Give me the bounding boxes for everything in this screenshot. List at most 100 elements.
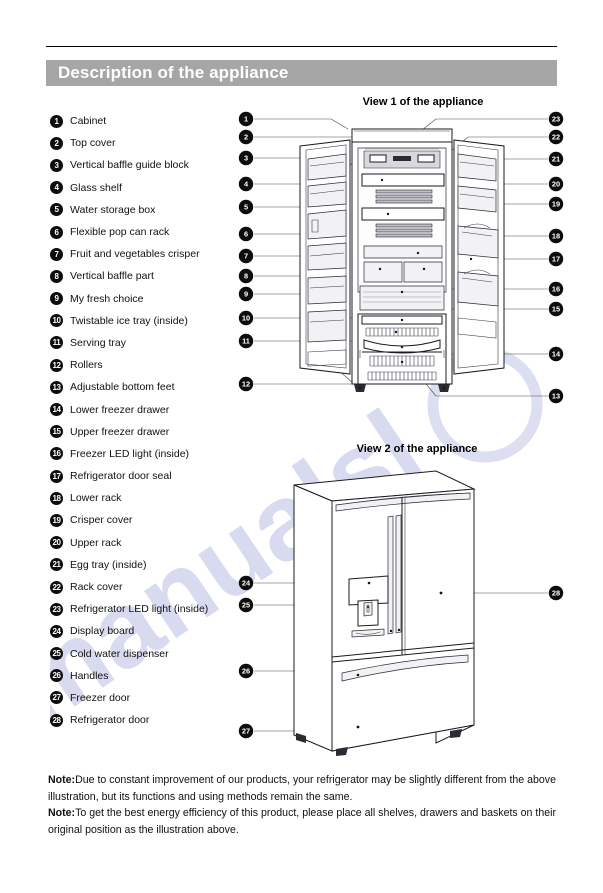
list-item: 17 Refrigerator door seal xyxy=(50,465,250,487)
part-badge: 13 xyxy=(50,380,63,394)
part-badge: 7 xyxy=(50,247,63,261)
list-item: 25 Cold water dispenser xyxy=(50,643,250,665)
part-badge: 28 xyxy=(50,713,63,727)
part-badge: 5 xyxy=(50,203,63,217)
part-badge: 20 xyxy=(50,536,63,550)
list-item: 19 Crisper cover xyxy=(50,509,250,531)
part-label: Lower freezer drawer xyxy=(70,403,170,416)
part-badge: 8 xyxy=(50,269,63,283)
list-item: 24 Display board xyxy=(50,620,250,642)
part-badge: 11 xyxy=(50,336,63,350)
list-item: 16 Freezer LED light (inside) xyxy=(50,443,250,465)
part-label: Refrigerator LED light (inside) xyxy=(70,603,209,616)
part-label: Rack cover xyxy=(70,581,123,594)
part-badge: 12 xyxy=(50,358,63,372)
part-label: Upper rack xyxy=(70,536,122,549)
part-label: Top cover xyxy=(70,137,116,150)
part-label: Crisper cover xyxy=(70,514,133,527)
list-item: 26 Handles xyxy=(50,665,250,687)
svg-text:16: 16 xyxy=(552,285,560,294)
part-badge: 9 xyxy=(50,292,63,306)
list-item: 27 Freezer door xyxy=(50,687,250,709)
note-2-label: Note: xyxy=(48,807,76,820)
list-item: 9 My fresh choice xyxy=(50,288,250,310)
part-label: Adjustable bottom feet xyxy=(70,381,175,394)
part-badge: 25 xyxy=(50,647,63,661)
callout-16: 16 xyxy=(548,281,564,297)
list-item: 15 Upper freezer drawer xyxy=(50,421,250,443)
list-item: 5 Water storage box xyxy=(50,199,250,221)
callout-21: 21 xyxy=(548,151,564,167)
note-1: Note:Due to constant improvement of our … xyxy=(48,772,556,805)
view1-drawing: 1 2 3 4 5 6 7 8 9 10 11 12 23 22 21 20 1… xyxy=(238,111,564,404)
svg-text:17: 17 xyxy=(552,255,560,264)
list-item: 21 Egg tray (inside) xyxy=(50,554,250,576)
list-item: 28 Refrigerator door xyxy=(50,709,250,731)
list-item: 4 Glass shelf xyxy=(50,177,250,199)
part-badge: 21 xyxy=(50,558,63,572)
view1-diagram: View 1 of the appliance 1 2 3 4 5 6 7 8 … xyxy=(236,96,566,446)
callout-15: 15 xyxy=(548,301,564,317)
part-label: Display board xyxy=(70,625,135,638)
callout-20: 20 xyxy=(548,176,564,192)
part-badge: 1 xyxy=(50,114,63,128)
part-label: Serving tray xyxy=(70,336,127,349)
part-badge: 4 xyxy=(50,181,63,195)
svg-text:18: 18 xyxy=(552,232,560,241)
part-badge: 3 xyxy=(50,158,63,172)
svg-text:21: 21 xyxy=(552,155,560,164)
section-banner: Description of the appliance xyxy=(46,60,557,86)
callout-23: 23 xyxy=(548,111,564,127)
part-label: Lower rack xyxy=(70,492,122,505)
callout-14: 14 xyxy=(548,346,564,362)
list-item: 3 Vertical baffle guide block xyxy=(50,154,250,176)
notes-section: Note: Due to constant improvement of our … xyxy=(48,772,556,838)
part-label: Handles xyxy=(70,669,109,682)
part-label: Egg tray (inside) xyxy=(70,558,147,571)
part-badge: 18 xyxy=(50,491,63,505)
part-badge: 22 xyxy=(50,580,63,594)
svg-text:14: 14 xyxy=(552,350,561,359)
callout-28: 28 xyxy=(548,585,564,601)
parts-list: 1 Cabinet 2 Top cover 3 Vertical baffle gui… xyxy=(50,110,250,731)
view2-diagram: View 2 of the appliance 24 25 26 27 28 xyxy=(236,443,566,773)
part-badge: 19 xyxy=(50,513,63,527)
list-item: 12 Rollers xyxy=(50,354,250,376)
svg-text:28: 28 xyxy=(552,589,560,598)
list-item: 7 Fruit and vegetables crisper xyxy=(50,243,250,265)
part-badge: 2 xyxy=(50,136,63,150)
part-label: Water storage box xyxy=(70,203,156,216)
callout-22: 22 xyxy=(548,129,564,145)
part-label: Vertical baffle part xyxy=(70,270,154,283)
note-2: Note:To get the best energy efficiency o… xyxy=(48,805,556,838)
callout-18: 18 xyxy=(548,228,564,244)
part-badge: 15 xyxy=(50,425,63,439)
list-item: 10 Twistable ice tray (inside) xyxy=(50,310,250,332)
list-item: 13 Adjustable bottom feet xyxy=(50,376,250,398)
list-item: 11 Serving tray xyxy=(50,332,250,354)
part-label: Upper freezer drawer xyxy=(70,425,170,438)
part-label: My fresh choice xyxy=(70,292,144,305)
callout-19: 19 xyxy=(548,196,564,212)
note-2-text: To get the best energy efficiency of thi… xyxy=(48,807,556,836)
part-badge: 10 xyxy=(50,314,63,328)
list-item: 8 Vertical baffle part xyxy=(50,265,250,287)
part-badge: 17 xyxy=(50,469,63,483)
svg-text:13: 13 xyxy=(552,392,560,401)
list-item: 1 Cabinet xyxy=(50,110,250,132)
callout-17: 17 xyxy=(548,251,564,267)
part-label: Cold water dispenser xyxy=(70,647,169,660)
page-title: Description of the appliance xyxy=(58,63,289,82)
part-label: Freezer door xyxy=(70,691,131,704)
view2-drawing: 24 25 26 27 28 xyxy=(238,470,564,756)
part-badge: 16 xyxy=(50,447,63,461)
svg-text:23: 23 xyxy=(552,115,560,124)
list-item: 6 Flexible pop can rack xyxy=(50,221,250,243)
note-1-text: Due to constant improvement of our produ… xyxy=(48,774,556,803)
part-badge: 23 xyxy=(50,602,63,616)
header-rule xyxy=(46,46,557,47)
list-item: 23 Refrigerator LED light (inside) xyxy=(50,598,250,620)
part-label: Rollers xyxy=(70,359,103,372)
part-badge: 26 xyxy=(50,669,63,683)
svg-text:19: 19 xyxy=(552,200,560,209)
